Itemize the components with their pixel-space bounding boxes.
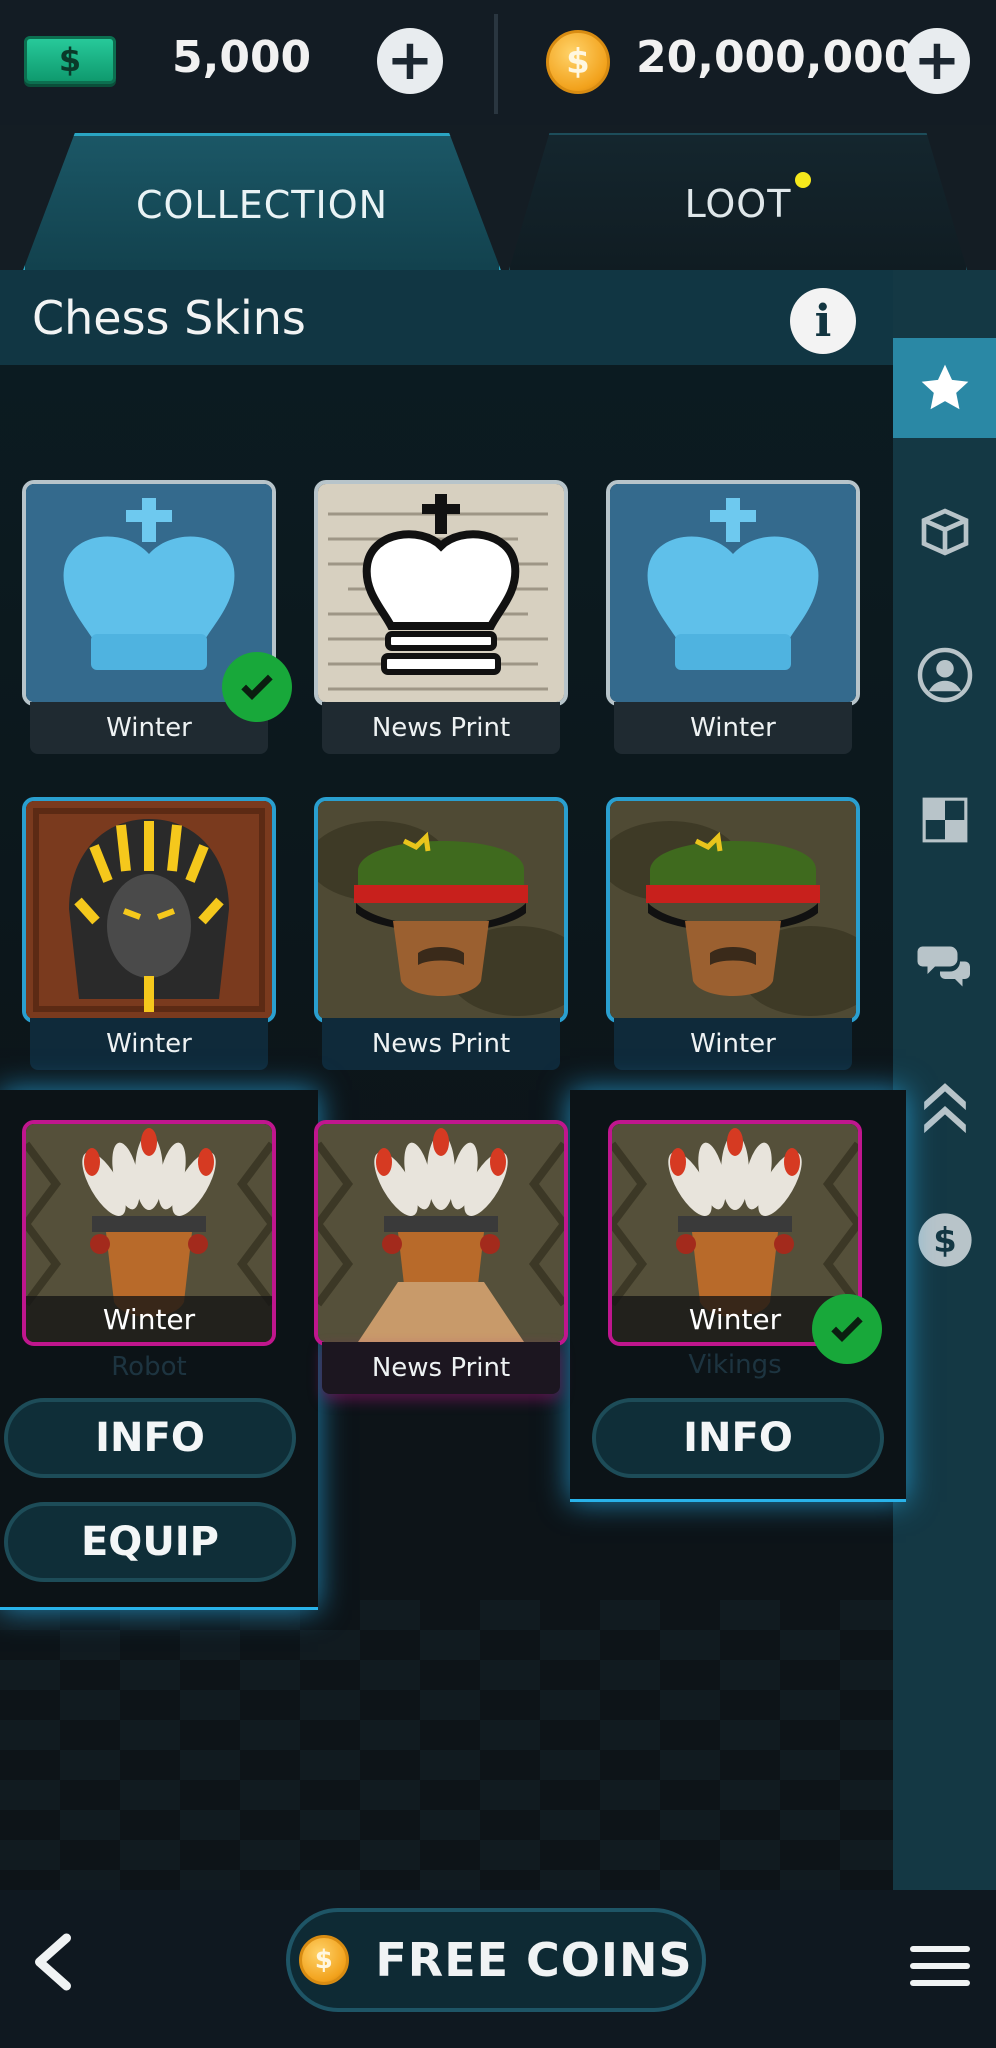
tab-collection-label: COLLECTION <box>135 182 389 227</box>
skin-card[interactable] <box>606 797 860 1023</box>
hamburger-menu-icon[interactable] <box>910 1944 970 1988</box>
skin-card[interactable] <box>22 797 276 1023</box>
tab-collection[interactable]: COLLECTION <box>22 133 502 273</box>
equipped-check-icon <box>812 1294 882 1364</box>
back-arrow-icon[interactable] <box>28 1932 78 1992</box>
add-coins-button[interactable]: + <box>904 28 970 94</box>
tab-loot[interactable]: LOOT <box>508 133 968 273</box>
skin-name-faded: Robot <box>111 1352 187 1382</box>
coin-value: 20,000,000 <box>636 32 915 83</box>
coin-display: $ <box>546 30 610 94</box>
equipped-check-icon <box>222 652 292 722</box>
cash-value: 5,000 <box>172 32 312 83</box>
free-coins-label: FREE COINS <box>375 1933 693 1987</box>
skin-card-label: Winter <box>26 1296 272 1342</box>
checkerboard-floor <box>0 1600 893 1890</box>
info-button[interactable]: INFO <box>4 1398 296 1478</box>
newsprint-king-image <box>318 484 564 702</box>
general-image <box>610 801 856 1019</box>
sidebar-item-boards[interactable] <box>893 770 996 870</box>
skin-card[interactable]: Winter <box>22 1120 276 1346</box>
dollar-icon: $ <box>917 1213 972 1267</box>
chat-icon <box>917 946 970 987</box>
info-icon[interactable]: i <box>790 288 856 354</box>
chief-image <box>318 1124 564 1342</box>
cash-icon: $ <box>24 36 116 84</box>
skin-card-label: News Print <box>322 702 560 754</box>
cash-display: $ <box>24 36 116 84</box>
box-icon <box>921 508 968 556</box>
sidebar-item-favorites[interactable] <box>893 338 996 438</box>
free-coins-button[interactable]: $ FREE COINS <box>286 1908 706 2012</box>
panel-title: Chess Skins <box>32 290 306 345</box>
tab-loot-label: LOOT <box>684 182 792 226</box>
pharaoh-image <box>26 801 272 1019</box>
skin-card-label: Winter <box>30 1018 268 1070</box>
profile-icon <box>917 647 972 703</box>
skin-card-label: News Print <box>322 1342 560 1394</box>
rank-chevrons-icon <box>923 1083 966 1134</box>
sidebar-item-boxes[interactable] <box>893 482 996 582</box>
loot-notification-dot <box>795 172 811 188</box>
skin-card-label: Winter <box>614 1018 852 1070</box>
panel-header: Chess Skins <box>0 270 893 365</box>
sidebar-item-avatars[interactable] <box>893 625 996 725</box>
sidebar-item-store[interactable]: $ <box>893 1190 996 1290</box>
equip-button[interactable]: EQUIP <box>4 1502 296 1582</box>
coin-icon: $ <box>299 1935 350 1985</box>
coin-icon: $ <box>546 30 610 94</box>
svg-text:$: $ <box>933 1221 957 1260</box>
star-icon <box>921 364 968 410</box>
sidebar-item-ranks[interactable] <box>893 1056 996 1156</box>
currency-divider <box>494 14 498 114</box>
skin-card[interactable] <box>314 480 568 706</box>
skin-card[interactable] <box>314 797 568 1023</box>
info-button[interactable]: INFO <box>592 1398 884 1478</box>
skin-card-label: News Print <box>322 1018 560 1070</box>
board-icon <box>922 797 967 843</box>
skin-card[interactable] <box>314 1120 568 1346</box>
sidebar-item-chat[interactable] <box>893 914 996 1014</box>
skin-card[interactable] <box>606 480 860 706</box>
skin-card-label: Winter <box>614 702 852 754</box>
general-image <box>318 801 564 1019</box>
ice-king-image <box>610 484 856 702</box>
add-cash-button[interactable]: + <box>377 28 443 94</box>
